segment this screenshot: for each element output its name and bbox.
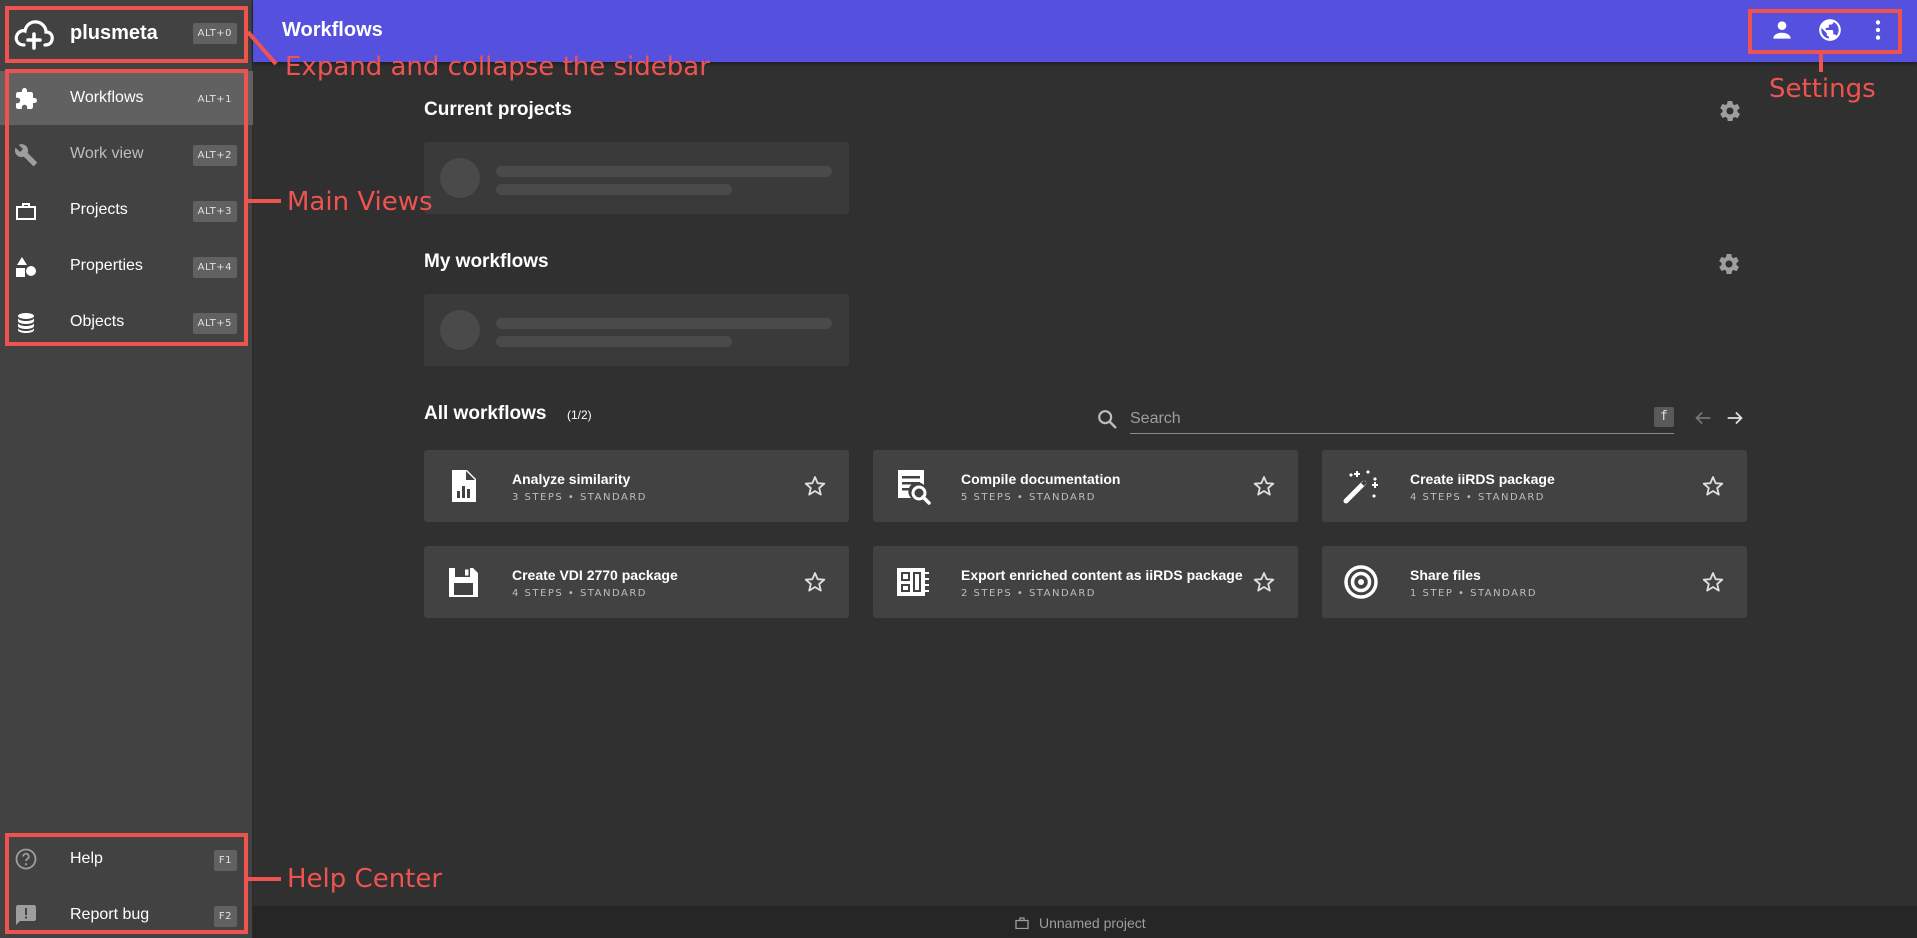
sidebar-item-label: Report bug bbox=[70, 906, 150, 923]
workflow-card-export-iirds[interactable]: Export enriched content as iiRDS package… bbox=[873, 546, 1298, 618]
briefcase-icon bbox=[16, 203, 36, 220]
card-title: Create iiRDS package bbox=[1410, 471, 1555, 487]
current-project-label[interactable]: Unnamed project bbox=[1039, 915, 1146, 931]
more-vert-icon[interactable] bbox=[1865, 17, 1891, 43]
annotation-connector bbox=[248, 199, 281, 203]
sidebar-item-label: Properties bbox=[70, 257, 143, 274]
skeleton-placeholder bbox=[424, 294, 849, 366]
shapes-icon bbox=[16, 257, 36, 277]
star-outline-icon[interactable] bbox=[803, 474, 827, 498]
card-subtitle: 4 STEPS • STANDARD bbox=[512, 588, 647, 599]
language-icon[interactable] bbox=[1817, 17, 1843, 43]
sidebar-toggle[interactable]: plusmeta ALT+0 bbox=[0, 0, 253, 68]
skeleton-placeholder bbox=[424, 142, 849, 214]
sidebar-item-work-view[interactable]: Work view ALT+2 bbox=[0, 127, 253, 181]
shortcut-badge: ALT+4 bbox=[192, 257, 237, 278]
annotation-connector bbox=[246, 30, 278, 66]
doc-search-icon bbox=[898, 470, 931, 505]
sidebar-item-properties[interactable]: Properties ALT+4 bbox=[0, 239, 253, 293]
sidebar-item-workflows[interactable]: Workflows ALT+1 bbox=[0, 71, 253, 125]
star-outline-icon[interactable] bbox=[803, 570, 827, 594]
shortcut-badge: ALT+0 bbox=[192, 23, 237, 44]
page-indicator: (1/2) bbox=[567, 408, 592, 422]
card-title: Create VDI 2770 package bbox=[512, 567, 678, 583]
annotation-help-center: Help Center bbox=[287, 864, 443, 894]
workflow-card-share-files[interactable]: Share files 1 STEP • STANDARD bbox=[1322, 546, 1747, 618]
current-projects-title: Current projects bbox=[424, 99, 572, 120]
annotation-settings: Settings bbox=[1769, 74, 1876, 104]
sidebar-item-help[interactable]: Help F1 bbox=[0, 832, 253, 886]
workflow-card-create-vdi[interactable]: Create VDI 2770 package 4 STEPS • STANDA… bbox=[424, 546, 849, 618]
status-bar: Unnamed project bbox=[253, 906, 1917, 938]
gear-icon[interactable] bbox=[1717, 252, 1741, 276]
shortcut-badge: ALT+1 bbox=[192, 89, 237, 110]
arrow-left-icon[interactable] bbox=[1692, 407, 1714, 429]
annotation-connector bbox=[1819, 54, 1823, 72]
shortcut-badge: ALT+5 bbox=[192, 313, 237, 334]
annotation-main-views: Main Views bbox=[287, 187, 433, 217]
search-shortcut-badge: f bbox=[1654, 407, 1674, 427]
cloud-upload-icon bbox=[14, 20, 54, 50]
card-subtitle: 4 STEPS • STANDARD bbox=[1410, 492, 1545, 503]
card-title: Analyze similarity bbox=[512, 471, 631, 487]
card-subtitle: 3 STEPS • STANDARD bbox=[512, 492, 647, 503]
account-icon[interactable] bbox=[1769, 17, 1795, 43]
sidebar-item-label: Workflows bbox=[70, 89, 144, 106]
dashboard-icon bbox=[897, 568, 929, 596]
target-icon bbox=[1344, 565, 1378, 599]
card-subtitle: 2 STEPS • STANDARD bbox=[961, 588, 1096, 599]
sidebar-item-label: Help bbox=[70, 850, 103, 867]
sidebar-item-objects[interactable]: Objects ALT+5 bbox=[0, 295, 253, 349]
star-outline-icon[interactable] bbox=[1252, 570, 1276, 594]
sidebar-item-projects[interactable]: Projects ALT+3 bbox=[0, 183, 253, 237]
workflow-card-compile-documentation[interactable]: Compile documentation 5 STEPS • STANDARD bbox=[873, 450, 1298, 522]
search-icon bbox=[1098, 410, 1117, 429]
arrow-right-icon[interactable] bbox=[1724, 407, 1746, 429]
all-workflows-title: All workflows bbox=[424, 403, 547, 424]
annotation-connector bbox=[248, 877, 281, 881]
card-subtitle: 1 STEP • STANDARD bbox=[1410, 588, 1538, 599]
feedback-icon bbox=[16, 905, 36, 925]
card-title: Share files bbox=[1410, 567, 1481, 583]
sidebar-item-label: Work view bbox=[70, 145, 144, 162]
chart-doc-icon bbox=[452, 470, 476, 502]
database-icon bbox=[18, 313, 34, 333]
shortcut-badge: ALT+3 bbox=[192, 201, 237, 222]
puzzle-icon bbox=[16, 88, 37, 109]
star-outline-icon[interactable] bbox=[1701, 570, 1725, 594]
star-outline-icon[interactable] bbox=[1252, 474, 1276, 498]
page-title: Workflows bbox=[282, 19, 383, 41]
star-outline-icon[interactable] bbox=[1701, 474, 1725, 498]
wrench-icon bbox=[14, 144, 37, 166]
shortcut-badge: F1 bbox=[213, 850, 237, 871]
app-name: plusmeta bbox=[70, 22, 158, 44]
annotation-sidebar-toggle: Expand and collapse the sidebar bbox=[285, 52, 710, 82]
save-icon bbox=[449, 568, 478, 597]
sidebar-item-label: Projects bbox=[70, 201, 128, 218]
card-title: Compile documentation bbox=[961, 471, 1121, 487]
help-circle-icon bbox=[15, 848, 37, 870]
search-input[interactable] bbox=[1130, 404, 1674, 434]
sidebar: plusmeta ALT+0 Workflows ALT+1 Work view… bbox=[0, 0, 253, 938]
card-title: Export enriched content as iiRDS package bbox=[961, 567, 1243, 583]
card-subtitle: 5 STEPS • STANDARD bbox=[961, 492, 1096, 503]
workflow-card-analyze-similarity[interactable]: Analyze similarity 3 STEPS • STANDARD bbox=[424, 450, 849, 522]
search-box bbox=[1096, 402, 1674, 436]
sidebar-item-report-bug[interactable]: Report bug F2 bbox=[0, 888, 253, 938]
sidebar-item-label: Objects bbox=[70, 313, 125, 330]
magic-wand-icon bbox=[1343, 470, 1378, 504]
gear-icon[interactable] bbox=[1718, 99, 1742, 123]
briefcase-icon bbox=[1015, 917, 1029, 929]
my-workflows-title: My workflows bbox=[424, 251, 549, 272]
shortcut-badge: F2 bbox=[213, 906, 237, 927]
shortcut-badge: ALT+2 bbox=[192, 145, 237, 166]
workflow-card-create-iirds[interactable]: Create iiRDS package 4 STEPS • STANDARD bbox=[1322, 450, 1747, 522]
